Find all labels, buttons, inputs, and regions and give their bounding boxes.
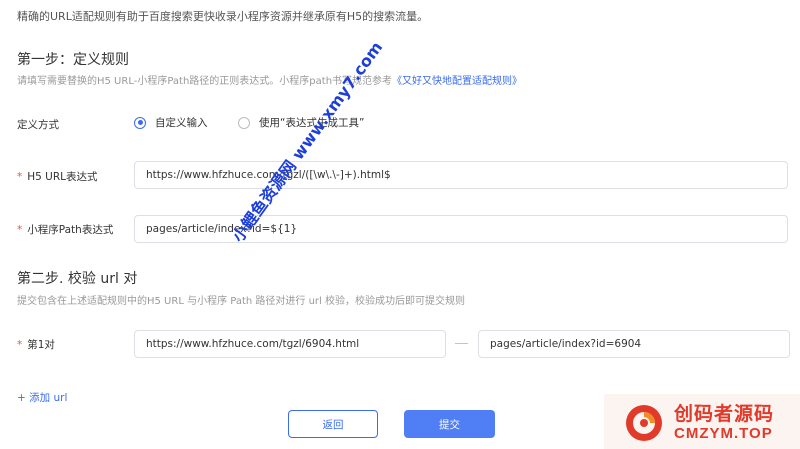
h5-url-label-text: H5 URL表达式 [27,171,98,183]
logo-mark-icon [626,405,662,441]
method-label: 定义方式 [17,119,59,131]
submit-button[interactable]: 提交 [404,410,495,438]
logo-english-text: CMZYM.TOP [674,425,773,442]
radio-unchecked-icon [238,116,250,129]
step1-title: 第一步：定义规则 [17,52,129,68]
path-label-text: 小程序Path表达式 [27,224,114,236]
add-url-link[interactable]: + 添加 url [17,390,67,405]
required-marker: * [17,339,23,351]
radio-custom-input[interactable]: 自定义输入 [134,115,208,130]
step2-description: 提交包含在上述适配规则中的H5 URL 与小程序 Path 路径对进行 url … [17,296,465,307]
h5-url-label: * H5 URL表达式 [17,169,98,184]
pair-separator [455,343,468,344]
pair-label-text: 第1对 [27,339,55,351]
pair-path-input[interactable]: pages/article/index?id=6904 [478,330,790,358]
back-button[interactable]: 返回 [288,410,378,438]
pair-url-input[interactable]: https://www.hfzhuce.com/tgzl/6904.html [134,330,446,358]
radio-checked-icon [134,116,146,129]
step1-description: 请填写需要替换的H5 URL-小程序Path路径的正则表达式。小程序path书写… [17,72,522,87]
step2-title: 第二步. 校验 url 对 [17,271,138,287]
h5-url-expression-input[interactable]: https://www.hfzhuce.com/tgzl/([\w\.\-]+)… [134,161,788,189]
required-marker: * [17,224,23,236]
required-marker: * [17,171,23,183]
logo-chinese-text: 创码者源码 [674,403,775,425]
intro-text: 精确的URL适配规则有助于百度搜索更快收录小程序资源并继承原有H5的搜索流量。 [17,10,429,23]
corner-logo: 创码者源码 CMZYM.TOP [604,394,800,449]
pair-label: * 第1对 [17,337,55,352]
config-guide-link[interactable]: 《又好又快地配置适配规则》 [392,76,522,87]
path-label: * 小程序Path表达式 [17,222,113,237]
radio-custom-label: 自定义输入 [155,117,208,129]
